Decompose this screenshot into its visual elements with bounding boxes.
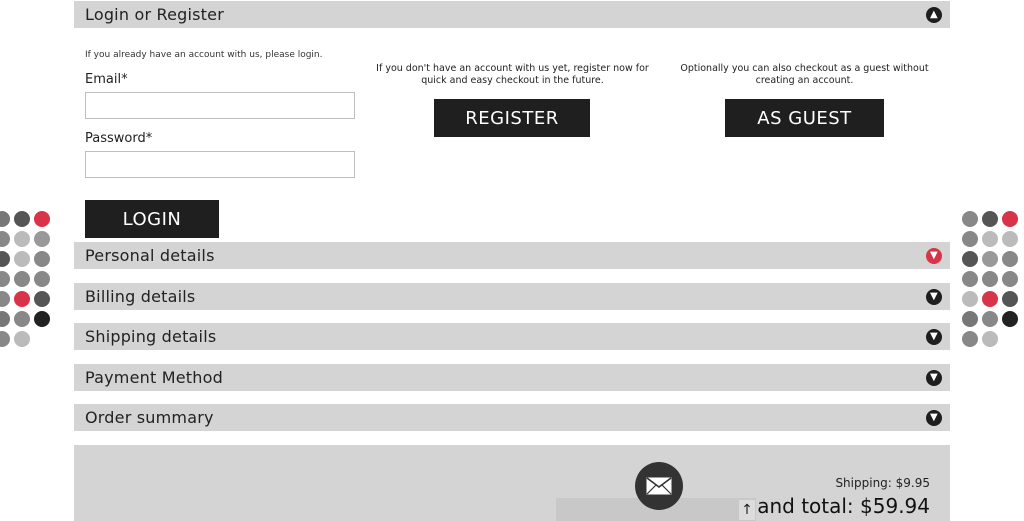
decorative-dot xyxy=(34,211,50,227)
decorative-dot xyxy=(962,331,978,347)
decorative-dot xyxy=(0,331,10,347)
decorative-dot xyxy=(982,291,998,307)
decorative-dot xyxy=(0,251,10,267)
envelope-icon-graphic xyxy=(646,477,672,495)
register-button[interactable]: REGISTER xyxy=(434,99,590,137)
section-title: Billing details xyxy=(85,287,196,306)
decorative-dot xyxy=(0,271,10,287)
section-title: Login or Register xyxy=(85,5,224,24)
grand-total: and total: $59.94 xyxy=(757,494,930,518)
decorative-dot xyxy=(34,311,50,327)
decorative-dot xyxy=(14,271,30,287)
decorative-dot xyxy=(1002,291,1018,307)
email-field[interactable] xyxy=(85,92,355,119)
decorative-dot xyxy=(962,251,978,267)
section-order-summary[interactable]: Order summary ▼ xyxy=(74,404,950,431)
decorative-dot xyxy=(14,251,30,267)
section-title: Payment Method xyxy=(85,368,223,387)
decorative-dot xyxy=(982,231,998,247)
arrow-down-circle-icon[interactable]: ▼ xyxy=(926,410,942,426)
decorative-dots-right xyxy=(962,211,1018,351)
arrow-down-circle-icon[interactable]: ▼ xyxy=(926,329,942,345)
decorative-dot xyxy=(14,231,30,247)
decorative-dot xyxy=(14,311,30,327)
decorative-dot xyxy=(962,311,978,327)
decorative-dot xyxy=(982,311,998,327)
login-form: If you already have an account with us, … xyxy=(85,50,355,178)
decorative-dot xyxy=(34,251,50,267)
login-button[interactable]: LOGIN xyxy=(85,200,219,238)
arrow-down-circle-icon[interactable]: ▼ xyxy=(926,248,942,264)
decorative-dot xyxy=(0,311,10,327)
decorative-dot xyxy=(14,331,30,347)
decorative-dot xyxy=(982,251,998,267)
decorative-dot xyxy=(1002,311,1018,327)
decorative-dot xyxy=(34,271,50,287)
decorative-dot xyxy=(982,331,998,347)
decorative-dot xyxy=(962,231,978,247)
section-personal-details[interactable]: Personal details ▼ xyxy=(74,242,950,269)
section-payment-method[interactable]: Payment Method ▼ xyxy=(74,364,950,391)
section-title: Personal details xyxy=(85,246,215,265)
decorative-dot xyxy=(14,291,30,307)
decorative-dot xyxy=(982,271,998,287)
decorative-dot xyxy=(34,231,50,247)
section-login-register[interactable]: Login or Register ▲ xyxy=(74,1,950,28)
envelope-icon[interactable] xyxy=(635,462,683,510)
decorative-dot xyxy=(1002,251,1018,267)
arrow-down-circle-icon[interactable]: ▼ xyxy=(926,370,942,386)
decorative-dot xyxy=(1002,231,1018,247)
login-hint: If you already have an account with us, … xyxy=(85,50,323,60)
decorative-dot xyxy=(0,231,10,247)
password-field[interactable] xyxy=(85,151,355,178)
section-title: Shipping details xyxy=(85,327,217,346)
arrow-up-circle-icon[interactable]: ▲ xyxy=(926,7,942,23)
decorative-dot xyxy=(962,271,978,287)
decorative-dot xyxy=(0,211,10,227)
section-billing-details[interactable]: Billing details ▼ xyxy=(74,283,950,310)
decorative-dot xyxy=(1002,211,1018,227)
decorative-dots-left xyxy=(0,211,50,351)
checkout-page: Login or Register ▲ If you already have … xyxy=(0,0,1024,521)
register-hint: If you don't have an account with us yet… xyxy=(376,63,649,86)
section-shipping-details[interactable]: Shipping details ▼ xyxy=(74,323,950,350)
decorative-dot xyxy=(1002,271,1018,287)
guest-hint: Optionally you can also checkout as a gu… xyxy=(680,63,929,86)
decorative-dot xyxy=(0,291,10,307)
arrow-down-circle-icon[interactable]: ▼ xyxy=(926,289,942,305)
shipping-cost: Shipping: $9.95 xyxy=(835,476,930,490)
decorative-dot xyxy=(962,211,978,227)
decorative-dot xyxy=(34,291,50,307)
decorative-dot xyxy=(962,291,978,307)
section-title: Order summary xyxy=(85,408,214,427)
arrow-up-icon[interactable]: ↑ xyxy=(739,500,755,520)
decorative-dot xyxy=(14,211,30,227)
password-label: Password* xyxy=(85,131,153,146)
decorative-dot xyxy=(982,211,998,227)
guest-checkout-button[interactable]: AS GUEST xyxy=(725,99,884,137)
email-label: Email* xyxy=(85,72,128,87)
